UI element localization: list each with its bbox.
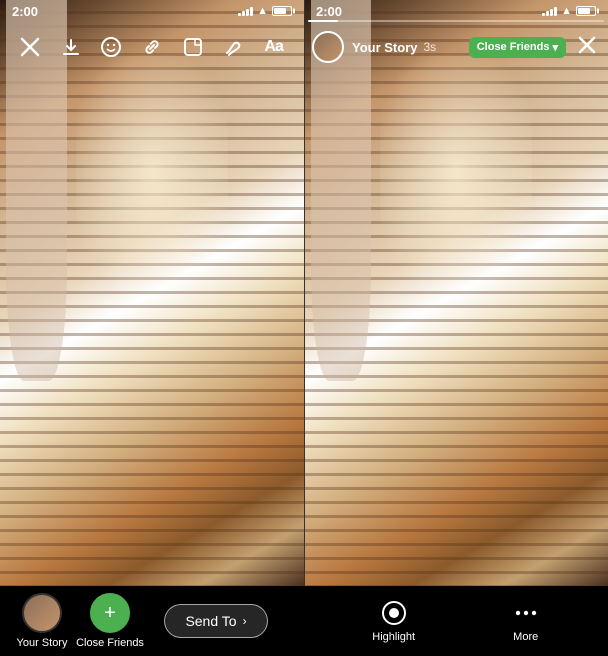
story-username: Your Story [352,40,418,55]
battery-icon [272,6,292,16]
highlight-action[interactable]: Highlight [372,599,415,643]
highlight-label: Highlight [372,631,415,643]
battery-icon-right [576,6,596,16]
close-friends-badge[interactable]: Close Friends ▾ [469,37,566,58]
draw-icon[interactable] [217,31,249,63]
bottom-bar: Your Story + Close Friends Send To › Hig… [0,586,608,656]
blinds-right [305,0,608,586]
close-friends-label: Close Friends [76,637,144,649]
story-avatar [312,31,344,63]
chevron-down-icon: ▾ [552,41,558,54]
your-story-avatar [22,593,62,633]
download-icon[interactable] [55,31,87,63]
blinds-left [0,0,304,586]
plus-icon: + [104,603,116,623]
close-friends-avatar: + [90,593,130,633]
status-bar-right: 2:00 ▲ [304,0,608,22]
story-user-info: Your Story 3s [352,40,461,55]
signal-icon-right [542,6,557,16]
time-right: 2:00 [316,4,342,19]
edit-toolbar: Aa [0,22,304,72]
story-panel-view [305,0,608,586]
status-bar-left: 2:00 ▲ [0,0,304,22]
close-story-button[interactable] [574,36,600,59]
main-content [0,0,608,586]
story-header: Your Story 3s Close Friends ▾ [304,22,608,72]
your-story-item[interactable]: Your Story [12,593,72,649]
wifi-icon-right: ▲ [561,5,572,17]
story-time: 3s [424,40,437,54]
status-icons-right: ▲ [542,5,596,17]
your-story-label: Your Story [17,637,68,649]
emoji-icon[interactable] [95,31,127,63]
close-button[interactable] [14,31,46,63]
send-to-container: Send To › [140,604,292,638]
chevron-right-icon: › [243,614,247,628]
story-actions: Highlight More [304,599,608,643]
story-thumbnails: Your Story + Close Friends Send To › [0,593,304,649]
story-panel-edit [0,0,305,586]
status-icons-left: ▲ [238,5,292,17]
signal-icon [238,6,253,16]
text-icon[interactable]: Aa [258,31,290,63]
more-icon [512,599,540,627]
more-action[interactable]: More [512,599,540,643]
sticker-icon[interactable] [177,31,209,63]
close-friends-item[interactable]: + Close Friends [80,593,140,649]
link-icon[interactable] [136,31,168,63]
wifi-icon: ▲ [257,5,268,17]
send-to-button[interactable]: Send To › [164,604,267,638]
time-left: 2:00 [12,4,38,19]
highlight-icon [380,599,408,627]
more-label: More [513,631,538,643]
